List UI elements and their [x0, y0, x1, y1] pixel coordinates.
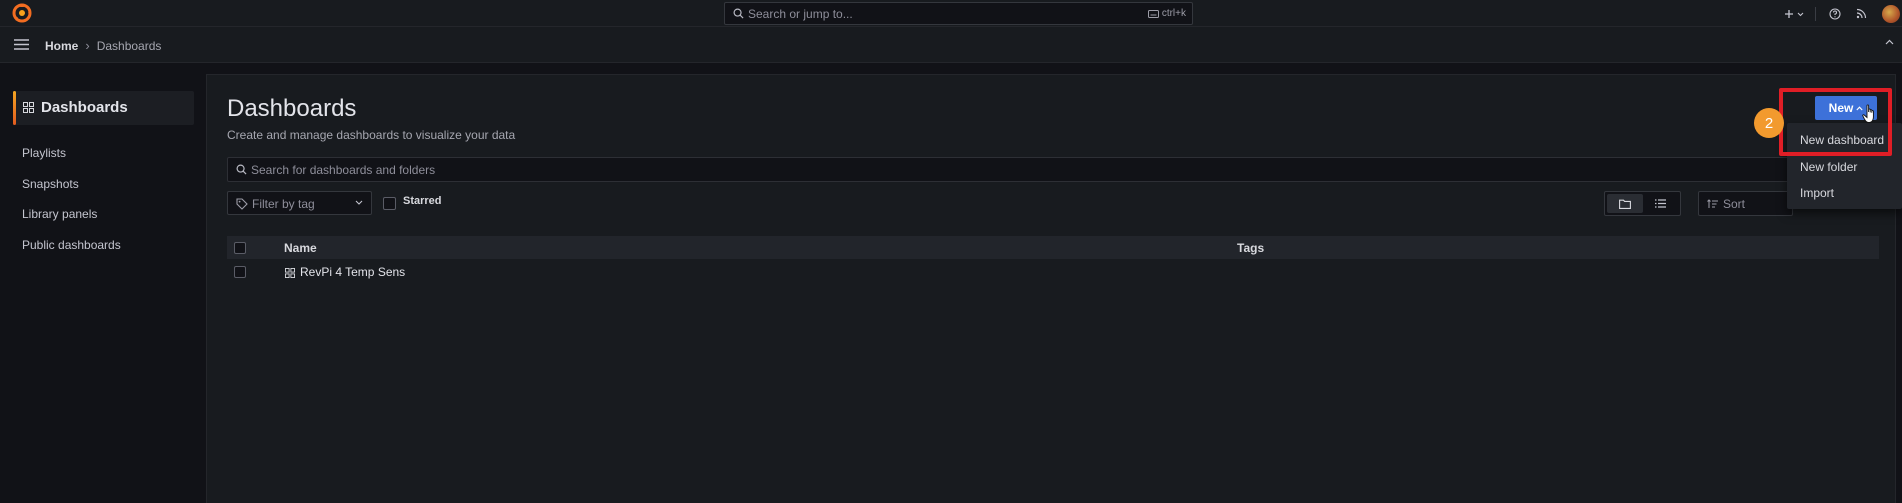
sidebar-item-dashboards[interactable]: Dashboards	[13, 91, 194, 125]
active-indicator	[13, 91, 16, 125]
menu-toggle-button[interactable]	[14, 39, 29, 50]
breadcrumb-separator: ›	[85, 38, 90, 53]
keyboard-shortcut-hint: ctrl+k	[1147, 8, 1186, 19]
help-button[interactable]	[1822, 0, 1848, 27]
breadcrumb-home-link[interactable]: Home	[45, 39, 78, 53]
global-search-input[interactable]: Search or jump to... ctrl+k	[724, 2, 1193, 25]
column-header-name[interactable]: Name	[284, 241, 317, 255]
breadcrumb: Home › Dashboards	[45, 38, 161, 53]
section-nav: Dashboards Playlists Snapshots Library p…	[0, 64, 206, 503]
collapse-header-button[interactable]	[1885, 39, 1894, 45]
global-search-placeholder: Search or jump to...	[748, 7, 853, 21]
view-mode-toggle	[1604, 191, 1681, 216]
grafana-logo-icon[interactable]	[12, 3, 32, 23]
search-icon	[236, 164, 247, 175]
divider	[1815, 6, 1816, 21]
sidebar-item-snapshots[interactable]: Snapshots	[22, 177, 79, 191]
table-row[interactable]: RevPi 4 Temp Sens	[227, 260, 1879, 284]
page-title: Dashboards	[227, 95, 357, 122]
step-badge: 2	[1754, 108, 1784, 138]
sort-placeholder: Sort	[1723, 197, 1746, 211]
user-avatar[interactable]	[1882, 4, 1900, 23]
filter-by-tag-placeholder: Filter by tag	[252, 197, 315, 211]
menu-item-import[interactable]: Import	[1800, 186, 1834, 200]
search-icon	[733, 8, 744, 19]
breadcrumb-current: Dashboards	[96, 38, 162, 53]
table-header: Name Tags	[227, 236, 1879, 259]
sidebar-item-library-panels[interactable]: Library panels	[22, 207, 97, 221]
news-button[interactable]	[1848, 0, 1874, 27]
hamburger-icon	[14, 39, 29, 50]
chevron-up-icon	[1885, 39, 1894, 45]
keyboard-icon	[1147, 9, 1159, 18]
list-view-button[interactable]	[1643, 194, 1679, 213]
row-checkbox[interactable]	[234, 266, 246, 278]
sidebar-item-playlists[interactable]: Playlists	[22, 146, 66, 160]
top-bar: Search or jump to... ctrl+k	[0, 0, 1902, 27]
filter-by-tag-select[interactable]: Filter by tag	[227, 191, 372, 215]
menu-item-new-folder[interactable]: New folder	[1800, 160, 1857, 174]
sidebar-active-label: Dashboards	[41, 99, 128, 116]
starred-label[interactable]: Starred	[403, 195, 442, 207]
add-menu-button[interactable]	[1781, 0, 1809, 27]
apps-grid-icon	[23, 102, 34, 113]
help-icon	[1829, 7, 1841, 20]
sort-amount-icon	[1707, 199, 1718, 209]
dashboard-title-link[interactable]: RevPi 4 Temp Sens	[300, 265, 405, 279]
select-all-checkbox[interactable]	[234, 242, 246, 254]
column-header-tags: Tags	[1237, 241, 1265, 255]
folder-view-button[interactable]	[1607, 194, 1643, 213]
list-icon	[1654, 199, 1666, 208]
top-right-actions	[1781, 0, 1902, 27]
sidebar-item-public-dashboards[interactable]: Public dashboards	[22, 238, 121, 252]
dashboard-grid-icon	[285, 268, 295, 278]
plus-icon	[1785, 9, 1804, 18]
chevron-down-icon	[355, 200, 363, 205]
dashboard-search-placeholder: Search for dashboards and folders	[251, 163, 436, 177]
page-subtitle: Create and manage dashboards to visualiz…	[227, 128, 516, 142]
tag-icon	[236, 198, 248, 210]
dashboard-search-input[interactable]: Search for dashboards and folders	[227, 157, 1867, 182]
starred-checkbox[interactable]	[383, 197, 396, 210]
sort-select[interactable]: Sort	[1698, 191, 1793, 216]
main-content: Dashboards Create and manage dashboards …	[206, 74, 1896, 503]
rss-icon	[1856, 8, 1866, 19]
breadcrumb-bar: Home › Dashboards	[0, 27, 1902, 63]
folder-icon	[1618, 199, 1631, 209]
hand-cursor-icon	[1862, 104, 1878, 124]
